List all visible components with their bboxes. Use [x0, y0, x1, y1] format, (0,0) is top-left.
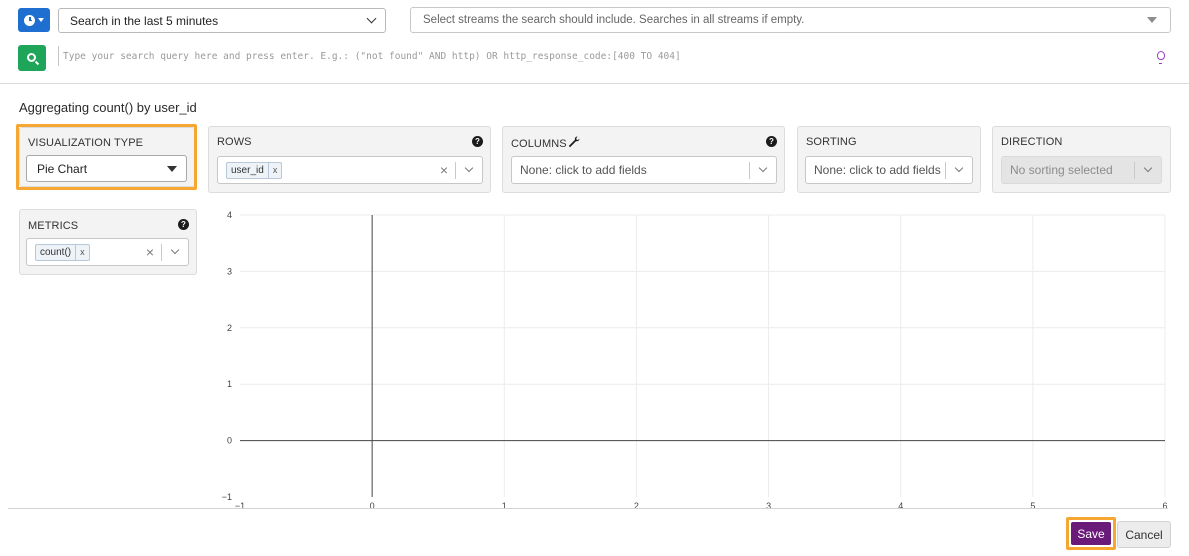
visualization-type-value: Pie Chart [37, 161, 88, 176]
streams-select[interactable]: Select streams the search should include… [410, 7, 1171, 33]
caret-down-icon [38, 18, 44, 22]
rows-label: ROWS [217, 136, 252, 148]
x-tick-label: 0 [370, 501, 375, 511]
sorting-panel: SORTING None: click to add fields [797, 126, 981, 193]
x-tick-label: 4 [898, 501, 903, 511]
clear-icon[interactable]: × [433, 163, 455, 177]
save-button[interactable]: Save [1071, 522, 1111, 545]
divider [0, 83, 1189, 84]
search-icon [26, 52, 36, 62]
metrics-tag: count() x [35, 243, 90, 261]
x-tick-label: 6 [1162, 501, 1167, 511]
clock-icon [24, 14, 35, 26]
chevron-down-icon[interactable] [464, 163, 474, 173]
dropdown-arrow-icon [1147, 17, 1157, 23]
wrench-icon[interactable] [568, 136, 580, 148]
search-button[interactable] [18, 45, 46, 71]
chevron-down-icon[interactable] [758, 163, 768, 173]
metrics-select[interactable]: count() x × [26, 238, 189, 266]
rows-tag-label: user_id [231, 164, 264, 176]
columns-label: COLUMNS [511, 136, 580, 150]
columns-select[interactable]: None: click to add fields [511, 156, 777, 184]
remove-tag-button[interactable]: x [75, 244, 89, 260]
time-range-value: Search in the last 5 minutes [70, 13, 219, 28]
help-icon[interactable]: ? [472, 136, 483, 147]
remove-tag-button[interactable]: x [267, 162, 282, 178]
y-tick-label: 0 [227, 436, 232, 446]
y-tick-label: 1 [227, 379, 232, 389]
save-highlight: Save [1066, 517, 1116, 550]
direction-label: DIRECTION [1001, 136, 1063, 148]
time-range-select[interactable]: Search in the last 5 minutes [58, 8, 386, 33]
metrics-panel: METRICS ? count() x × [19, 209, 197, 275]
y-tick-label: 3 [227, 266, 232, 276]
cancel-button[interactable]: Cancel [1117, 521, 1171, 548]
x-tick-label: 3 [766, 501, 771, 511]
x-tick-label: 5 [1030, 501, 1035, 511]
footer-divider [8, 508, 1168, 509]
y-tick-label: 4 [227, 210, 232, 220]
separator [455, 161, 456, 179]
metrics-tag-label: count() [40, 246, 72, 258]
separator [749, 161, 750, 179]
query-input[interactable]: Type your search query here and press en… [58, 46, 1158, 66]
help-icon[interactable]: ? [178, 219, 189, 230]
visualization-type-select[interactable]: Pie Chart [26, 155, 187, 182]
rows-tag: user_id x [226, 161, 283, 179]
direction-select: No sorting selected [1001, 156, 1162, 184]
x-tick-label: −1 [235, 501, 245, 511]
separator [161, 243, 162, 261]
sorting-placeholder: None: click to add fields [814, 163, 941, 177]
y-tick-label: −1 [222, 492, 232, 502]
columns-panel: COLUMNS ? None: click to add fields [502, 126, 785, 193]
chevron-down-icon [366, 13, 377, 24]
aggregation-title: Aggregating count() by user_id [19, 100, 197, 115]
metrics-label: METRICS [28, 220, 79, 232]
dropdown-arrow-icon [167, 165, 177, 172]
help-icon[interactable]: ? [766, 136, 777, 147]
chart-area: −1 0 1 2 3 4 −1 0 1 2 3 4 5 6 [222, 210, 1168, 511]
x-tick-label: 1 [502, 501, 507, 511]
x-tick-label: 2 [634, 501, 639, 511]
lightbulb-icon[interactable] [1157, 51, 1165, 64]
time-range-button[interactable] [18, 8, 50, 32]
direction-panel: DIRECTION No sorting selected [992, 126, 1171, 193]
streams-placeholder: Select streams the search should include… [423, 14, 805, 26]
columns-placeholder: None: click to add fields [520, 163, 647, 177]
separator [1134, 161, 1135, 179]
separator [945, 161, 946, 179]
sorting-select[interactable]: None: click to add fields [805, 156, 973, 184]
chevron-down-icon [1143, 163, 1153, 173]
rows-panel: ROWS ? user_id x × [208, 126, 491, 193]
rows-select[interactable]: user_id x × [217, 156, 483, 184]
chevron-down-icon[interactable] [954, 163, 964, 173]
clear-icon[interactable]: × [139, 245, 161, 259]
sorting-label: SORTING [806, 136, 857, 148]
y-tick-label: 2 [227, 323, 232, 333]
direction-placeholder: No sorting selected [1010, 163, 1113, 177]
chevron-down-icon[interactable] [170, 245, 180, 255]
query-placeholder: Type your search query here and press en… [63, 50, 681, 62]
